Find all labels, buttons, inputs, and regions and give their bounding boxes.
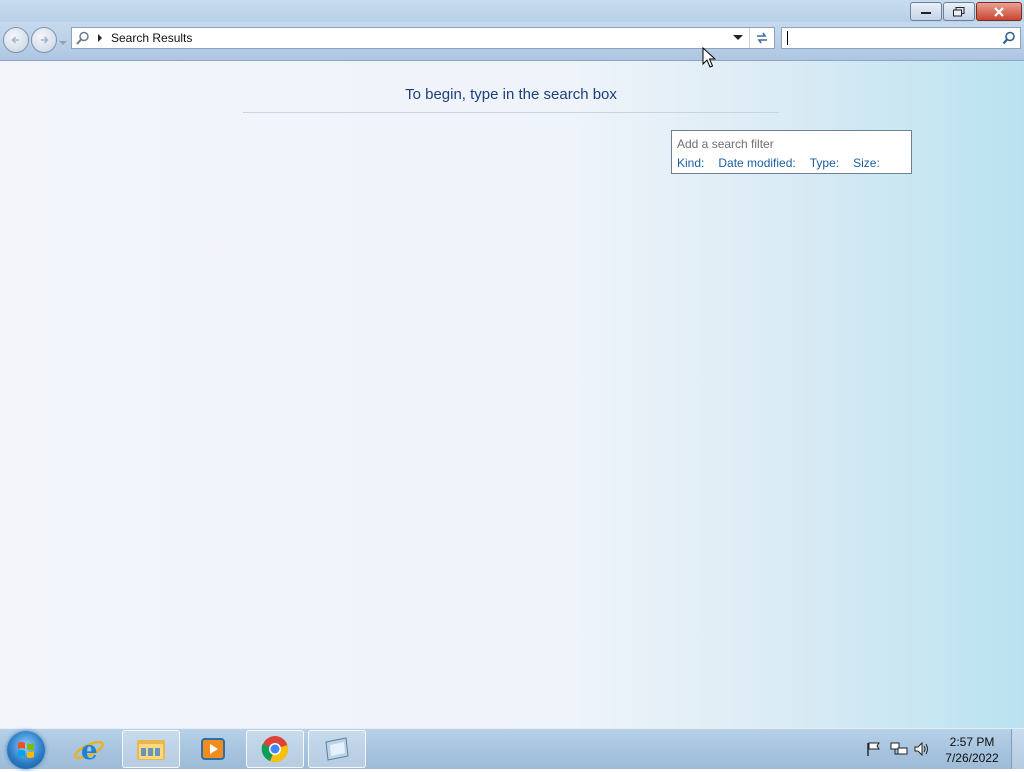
internet-explorer-icon: e [73, 736, 105, 765]
windows-logo-icon [18, 742, 34, 758]
search-button[interactable] [1002, 31, 1016, 45]
clock-date: 7/26/2022 [945, 751, 999, 765]
search-location-icon [76, 28, 90, 48]
folder-icon [137, 740, 165, 760]
search-box[interactable] [781, 27, 1021, 49]
forward-button[interactable] [31, 27, 57, 53]
app-window-icon [325, 737, 349, 761]
minimize-icon [921, 11, 931, 14]
media-player-icon [201, 738, 225, 760]
back-arrow-icon [11, 36, 19, 44]
taskbar-internet-explorer[interactable]: e [60, 730, 118, 768]
back-button[interactable] [3, 27, 29, 53]
clock-time: 2:57 PM [949, 735, 995, 749]
action-center-flag-icon[interactable] [866, 742, 882, 756]
network-icon[interactable] [890, 742, 908, 756]
filter-kind-link[interactable]: Kind: [677, 156, 704, 170]
navigation-bar: Search Results [0, 22, 1024, 61]
chrome-icon [261, 736, 289, 763]
system-clock[interactable]: 2:57 PM 7/26/2022 [942, 734, 1002, 766]
text-caret [787, 31, 788, 45]
taskbar-windows-explorer[interactable] [122, 730, 180, 768]
taskbar-windows-media-player[interactable] [184, 730, 242, 768]
address-bar[interactable]: Search Results [71, 27, 775, 49]
empty-results-heading: To begin, type in the search box [405, 86, 617, 103]
breadcrumb-arrow-icon[interactable] [97, 28, 103, 48]
address-location-text: Search Results [111, 31, 193, 45]
close-button[interactable] [976, 2, 1022, 21]
start-button[interactable] [7, 731, 45, 769]
close-icon [994, 6, 1004, 17]
search-filter-title: Add a search filter [677, 137, 774, 151]
magnifier-icon [1002, 31, 1015, 45]
restore-button[interactable] [943, 2, 975, 21]
mouse-pointer-icon [702, 47, 716, 68]
title-bar[interactable] [0, 0, 1024, 22]
chevron-down-icon [733, 35, 743, 40]
caption-buttons [909, 2, 1022, 21]
refresh-button[interactable] [754, 28, 770, 48]
breadcrumb[interactable]: Search Results [111, 28, 192, 48]
filter-size-link[interactable]: Size: [853, 156, 880, 170]
show-desktop-button[interactable] [1011, 729, 1024, 769]
filter-date-modified-link[interactable]: Date modified: [718, 156, 795, 170]
minimize-button[interactable] [910, 2, 942, 21]
refresh-icon [757, 32, 767, 44]
taskbar: e 2:57 PM 7/26/2022 [0, 728, 1024, 769]
filter-type-link[interactable]: Type: [810, 156, 839, 170]
chevron-down-icon [59, 41, 67, 45]
forward-arrow-icon [41, 36, 49, 44]
volume-icon[interactable] [914, 742, 930, 756]
heading-divider [243, 112, 779, 113]
notification-area: 2:57 PM 7/26/2022 [864, 729, 1024, 769]
taskbar-google-chrome[interactable] [246, 730, 304, 768]
recent-pages-dropdown[interactable] [59, 35, 67, 49]
restore-icon [953, 6, 965, 16]
svg-text:e: e [81, 736, 98, 765]
address-dropdown[interactable] [733, 28, 743, 48]
search-input[interactable] [784, 29, 998, 49]
explorer-window: Search Results To begin, type in the sea… [0, 0, 1024, 728]
search-filter-popup: Add a search filter Kind: Date modified:… [671, 130, 912, 174]
taskbar-window-app[interactable] [308, 730, 366, 768]
address-separator [749, 28, 750, 48]
search-filter-links: Kind: Date modified: Type: Size: [677, 156, 894, 170]
